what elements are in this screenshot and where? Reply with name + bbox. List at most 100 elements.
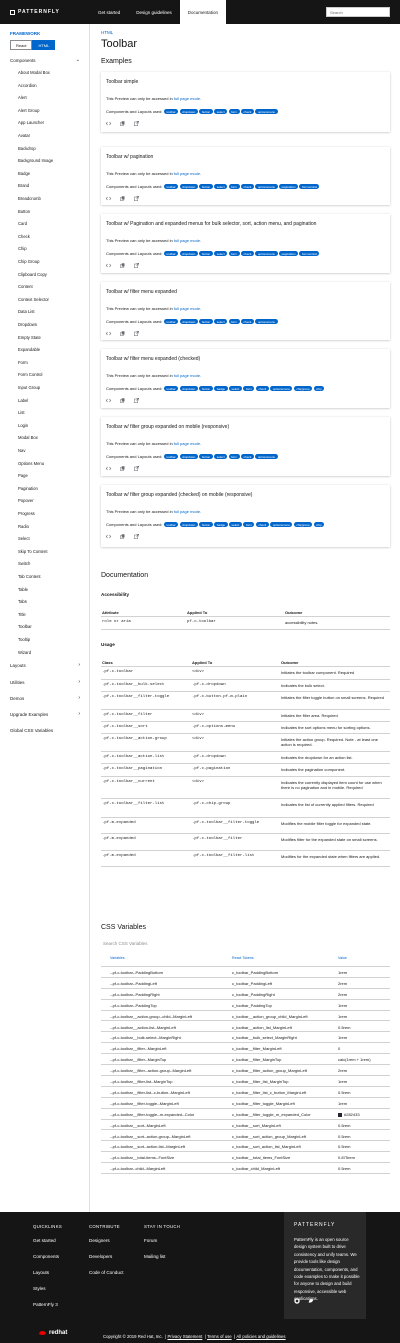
component-pill[interactable]: check	[241, 454, 254, 459]
sidebar-item[interactable]: Skip To Content	[18, 549, 48, 555]
code-icon[interactable]	[106, 466, 111, 471]
component-pill[interactable]: toolbar	[163, 251, 179, 256]
component-pill[interactable]: optionsmenu	[255, 184, 278, 189]
nav-documentation[interactable]: Documentation	[179, 0, 227, 24]
sidebar-item[interactable]: Badge	[18, 171, 30, 177]
component-pill[interactable]: optionsmenu	[255, 251, 278, 256]
sidebar-item[interactable]: Expandable	[18, 347, 40, 353]
sidebar-global-css-variables[interactable]: Global CSS Variables	[10, 725, 80, 735]
sidebar-item[interactable]: Avatar	[18, 133, 30, 139]
component-pill[interactable]: chipgroup	[293, 386, 313, 391]
css-variables-search-input[interactable]: Search CSS Variables	[103, 941, 147, 946]
sidebar-item[interactable]: Backdrop	[18, 146, 36, 152]
sidebar-item[interactable]: Radio	[18, 524, 29, 530]
breadcrumb[interactable]: HTML	[101, 30, 113, 35]
footer-link-developers[interactable]: Developers	[89, 1254, 112, 1259]
sidebar-item[interactable]: Content	[18, 284, 33, 290]
component-pill[interactable]: toolbar	[163, 454, 179, 459]
copy-icon[interactable]	[120, 196, 125, 201]
terms-of-use-link[interactable]: Terms of use	[207, 1334, 232, 1339]
full-page-mode-link[interactable]: full page mode	[174, 441, 200, 446]
github-icon[interactable]	[294, 1298, 300, 1304]
component-pill[interactable]: toolbar	[163, 184, 179, 189]
external-link-icon[interactable]	[134, 534, 139, 539]
sidebar-group-components[interactable]: Components ⌄	[10, 55, 80, 65]
component-pill[interactable]: check	[255, 386, 269, 391]
component-pill[interactable]: select	[214, 319, 228, 324]
all-policies-link[interactable]: All policies and guidelines	[236, 1334, 285, 1339]
sidebar-item[interactable]: Progress	[18, 511, 35, 517]
component-pill[interactable]: form	[228, 319, 240, 324]
component-pill[interactable]: optionsmenu	[270, 386, 293, 391]
code-icon[interactable]	[106, 331, 111, 336]
component-pill[interactable]: select	[214, 109, 228, 114]
component-pill[interactable]: toolbar	[163, 522, 179, 527]
component-pill[interactable]: button	[199, 184, 213, 189]
component-pill[interactable]: toolbar	[163, 109, 179, 114]
external-link-icon[interactable]	[134, 263, 139, 268]
component-pill[interactable]: dropdown	[179, 454, 198, 459]
full-page-mode-link[interactable]: full page mode	[174, 509, 200, 514]
component-pill[interactable]: dropdown	[179, 522, 198, 527]
full-page-mode-link[interactable]: full page mode	[174, 238, 200, 243]
component-pill[interactable]: check	[241, 184, 254, 189]
footer-link-designers[interactable]: Designers	[89, 1238, 110, 1243]
sidebar-group-utilities[interactable]: Utilities ›	[10, 677, 80, 687]
sidebar-item[interactable]: Title	[18, 612, 26, 618]
external-link-icon[interactable]	[134, 196, 139, 201]
component-pill[interactable]: optionsmenu	[255, 454, 278, 459]
component-pill[interactable]: button	[199, 251, 213, 256]
sidebar-item[interactable]: Form Control	[18, 372, 42, 378]
sidebar-item[interactable]: Clipboard Copy	[18, 272, 47, 278]
footer-link-patternfly-3[interactable]: PatternFly 3	[33, 1302, 58, 1307]
sidebar-item[interactable]: Chip	[18, 246, 27, 252]
privacy-statement-link[interactable]: Privacy Statement	[167, 1334, 202, 1339]
component-pill[interactable]: select	[229, 386, 242, 391]
sidebar-item[interactable]: Switch	[18, 561, 30, 567]
component-pill[interactable]: form	[228, 184, 240, 189]
component-pill[interactable]: button	[199, 319, 213, 324]
component-pill[interactable]: dropdown	[179, 251, 198, 256]
component-pill[interactable]: form	[228, 251, 240, 256]
component-pill[interactable]: form	[228, 454, 240, 459]
copy-icon[interactable]	[120, 534, 125, 539]
footer-link-layouts[interactable]: Layouts	[33, 1270, 49, 1275]
code-icon[interactable]	[106, 398, 111, 403]
sidebar-item[interactable]: Tooltip	[18, 637, 30, 643]
external-link-icon[interactable]	[134, 331, 139, 336]
sidebar-item[interactable]: Brand	[18, 183, 29, 189]
sidebar-item[interactable]: Form	[18, 360, 28, 366]
component-pill[interactable]: select	[214, 184, 228, 189]
component-pill[interactable]: button	[199, 454, 213, 459]
component-pill[interactable]: select	[214, 251, 228, 256]
component-pill[interactable]: check	[241, 319, 254, 324]
component-pill[interactable]: badge	[214, 522, 228, 527]
component-pill[interactable]: select	[229, 522, 242, 527]
sidebar-item[interactable]: Table	[18, 587, 28, 593]
sidebar-item[interactable]: Empty State	[18, 335, 41, 341]
footer-link-forum[interactable]: Forum	[144, 1238, 157, 1243]
component-pill[interactable]: formcontrol	[299, 184, 320, 189]
sidebar-item[interactable]: Context Selector	[18, 297, 49, 303]
sidebar-item[interactable]: Data List	[18, 309, 35, 315]
sidebar-item[interactable]: Check	[18, 234, 30, 240]
full-page-mode-link[interactable]: full page mode	[174, 373, 200, 378]
sidebar-item[interactable]: Toolbar	[18, 624, 32, 630]
nav-get-started[interactable]: Get started	[90, 0, 128, 24]
component-pill[interactable]: check	[255, 522, 269, 527]
sidebar-item[interactable]: Popover	[18, 498, 34, 504]
sidebar-group-upgrade-examples[interactable]: Upgrade Examples ›	[10, 709, 80, 719]
component-pill[interactable]: dropdown	[179, 184, 198, 189]
component-pill[interactable]: dropdown	[179, 386, 198, 391]
sidebar-item[interactable]: Background Image	[18, 158, 53, 164]
sidebar-item[interactable]: Page	[18, 473, 28, 479]
external-link-icon[interactable]	[134, 398, 139, 403]
component-pill[interactable]: toolbar	[163, 386, 179, 391]
footer-link-get-started[interactable]: Get started	[33, 1238, 56, 1243]
sidebar-group-layouts[interactable]: Layouts ›	[10, 660, 80, 670]
component-pill[interactable]: chip	[313, 386, 325, 391]
component-pill[interactable]: check	[241, 109, 254, 114]
component-pill[interactable]: form	[243, 386, 255, 391]
code-icon[interactable]	[106, 534, 111, 539]
component-pill[interactable]: check	[241, 251, 254, 256]
